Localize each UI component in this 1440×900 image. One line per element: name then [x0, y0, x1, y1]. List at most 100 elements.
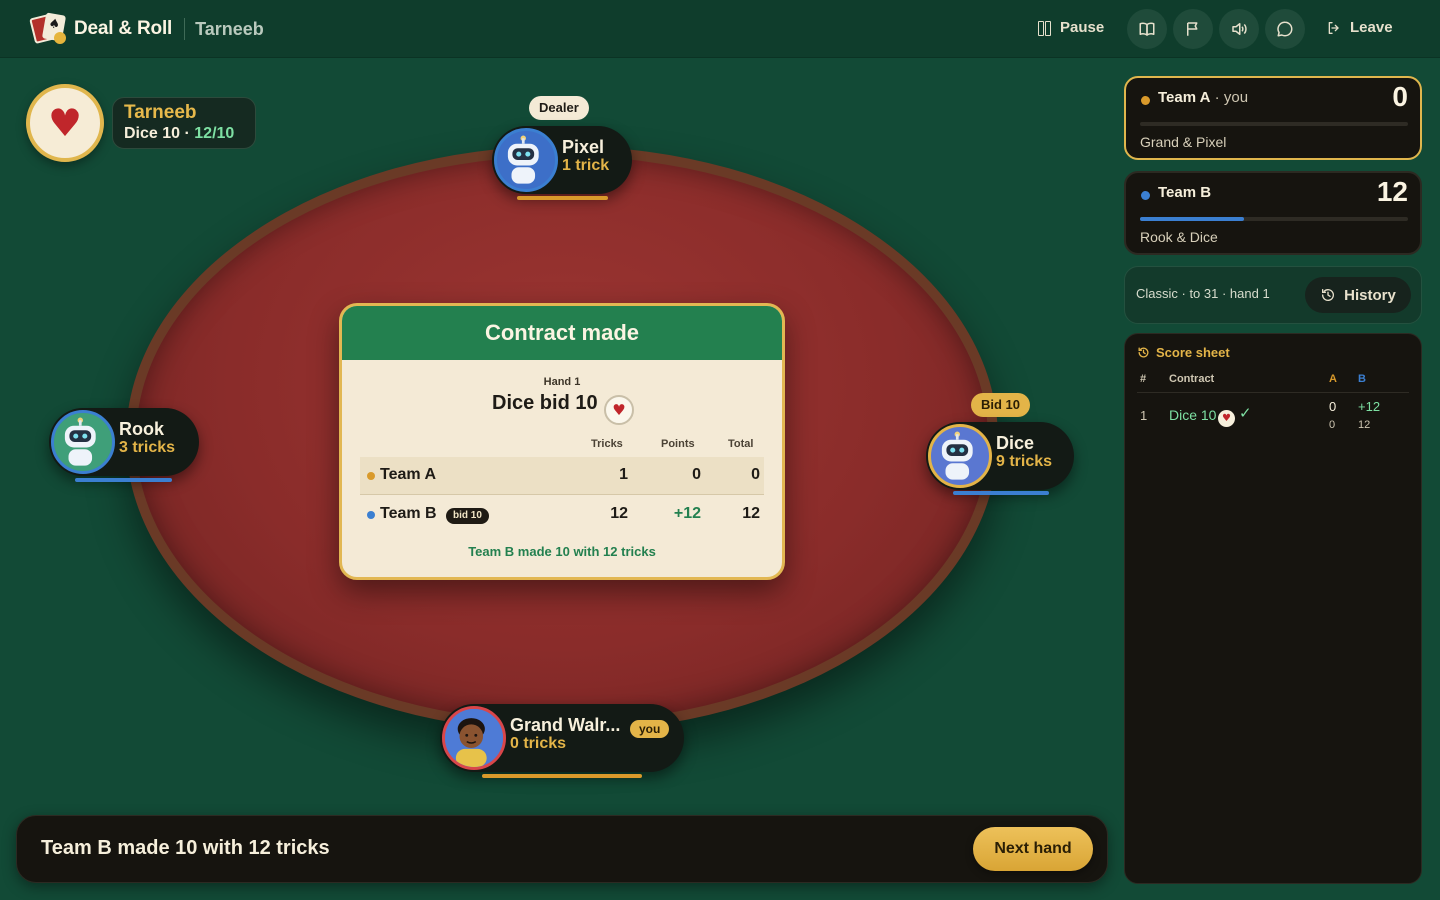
result-row-team-b: Team B bid 10 12 +12 12	[360, 496, 764, 534]
seat-left-rook[interactable]: Rook 3 tricks	[49, 408, 199, 476]
sheet-row-num: 1	[1140, 408, 1148, 423]
team-progress-bar	[1140, 217, 1408, 221]
pause-label: Pause	[1060, 19, 1105, 36]
sheet-row-contract: Dice 10	[1169, 407, 1217, 423]
sheet-row-b-total: 12	[1358, 419, 1371, 431]
check-icon: ✓	[1239, 405, 1252, 422]
game-name: Tarneeb	[195, 18, 264, 39]
seat-bottom-you[interactable]: Grand Walr... 0 tricks you	[440, 704, 684, 772]
robot-avatar-icon	[494, 128, 558, 192]
seat-top-pixel[interactable]: Pixel 1 trick	[492, 126, 632, 194]
sheet-row-a-total: 0	[1329, 419, 1336, 431]
brand-divider	[184, 18, 186, 40]
result-title: Contract made	[342, 306, 782, 360]
hand-result-card: Contract made Hand 1 Dice bid 10 ♥ Trick…	[339, 303, 785, 580]
chat-icon	[1277, 21, 1293, 37]
team-a-name: Team A	[1158, 89, 1211, 106]
trump-suit-badge: ♥	[26, 84, 104, 162]
seat-right-dice[interactable]: Dice 9 tricks	[926, 422, 1074, 490]
col-header-points: Points	[661, 438, 695, 450]
seat-name: Dice	[996, 433, 1035, 453]
game-mode-card: Classic · to 31 · hand 1 History	[1124, 266, 1422, 324]
team-score: 0	[1392, 81, 1408, 112]
trump-info: Tarneeb Dice 10 · 12/10	[112, 97, 256, 149]
pause-button[interactable]: Pause	[1038, 19, 1104, 36]
history-label: History	[1344, 286, 1396, 304]
history-button[interactable]: History	[1305, 277, 1411, 313]
team-a-dot	[367, 472, 375, 480]
trump-bid-line: Dice 10 · 12/10	[124, 124, 255, 144]
leave-button[interactable]: Leave	[1326, 19, 1393, 36]
flag-icon	[1187, 22, 1198, 36]
team-b-dot	[1141, 191, 1150, 200]
report-button[interactable]	[1173, 9, 1213, 49]
sheet-row-b-points: +12	[1358, 399, 1381, 414]
top-bar: Deal & Roll Tarneeb Pause Leave	[0, 0, 1440, 58]
row-total: 12	[742, 505, 760, 522]
seat-team-bar	[517, 196, 608, 200]
seat-name: Pixel	[562, 137, 605, 157]
mode-description: Classic · to 31 · hand 1	[1136, 286, 1270, 301]
team-name: Team B	[1158, 184, 1212, 201]
score-sheet: Score sheet # Contract A B 1 Dice 10 ♥ ✓…	[1124, 333, 1422, 884]
seat-team-bar	[75, 478, 172, 482]
trump-game-name: Tarneeb	[124, 102, 197, 123]
team-members: Rook & Dice	[1140, 229, 1218, 245]
result-row-team-a: Team A 1 0 0	[360, 457, 764, 495]
contract-label: Dice bid 10	[492, 392, 598, 414]
hand-label: Hand 1	[543, 376, 581, 388]
rules-button[interactable]	[1127, 9, 1167, 49]
heart-icon: ♥	[47, 101, 83, 145]
sound-button[interactable]	[1219, 9, 1259, 49]
heart-icon: ♥	[604, 395, 634, 425]
team-name: Team A · you	[1158, 89, 1248, 106]
team-card-b: Team B 12 Rook & Dice	[1124, 171, 1422, 255]
col-header-tricks: Tricks	[591, 438, 623, 450]
brand-name: Deal & Roll	[74, 18, 173, 39]
seat-team-bar	[953, 491, 1049, 495]
status-message: Team B made 10 with 12 tricks	[41, 837, 330, 859]
seat-name: Rook	[119, 419, 164, 439]
bid-tag: Bid 10	[971, 393, 1031, 417]
team-card-a: Team A · you 0 Grand & Pixel	[1124, 76, 1422, 160]
next-hand-button[interactable]: Next hand	[973, 827, 1093, 871]
pause-icon	[1038, 20, 1052, 36]
history-icon	[1138, 347, 1149, 358]
sound-icon	[1232, 23, 1247, 35]
col-header-total: Total	[728, 438, 754, 450]
trump-bidder: Dice 10 ·	[124, 125, 195, 142]
seat-tricks: 3 tricks	[119, 439, 176, 456]
seat-tricks: 1 trick	[562, 157, 610, 174]
player-avatar-icon	[442, 706, 506, 770]
bid-badge: bid 10	[446, 508, 489, 524]
score-sheet-title-text: Score sheet	[1156, 345, 1230, 360]
brand: Deal & Roll Tarneeb	[29, 12, 264, 45]
sheet-row-a-points: 0	[1329, 399, 1337, 414]
book-icon	[1139, 22, 1155, 36]
row-team: Team B	[380, 505, 437, 522]
result-footer: Team B made 10 with 12 tricks	[468, 544, 656, 559]
dealer-tag: Dealer	[529, 96, 589, 120]
sheet-header-num: #	[1140, 373, 1147, 385]
team-members: Grand & Pixel	[1140, 134, 1227, 150]
team-progress-bar	[1140, 122, 1408, 126]
score-sheet-title: Score sheet	[1137, 345, 1230, 360]
you-badge: you	[630, 720, 670, 738]
row-team: Team A	[380, 466, 437, 483]
chat-button[interactable]	[1265, 9, 1305, 49]
trump-tricks-of-bid: 12/10	[194, 125, 235, 142]
sheet-divider	[1137, 392, 1409, 393]
row-tricks: 12	[610, 505, 628, 522]
robot-avatar-icon	[51, 410, 115, 474]
cards-logo-icon	[29, 12, 67, 45]
sheet-header-contract: Contract	[1169, 373, 1215, 385]
heart-icon: ♥	[1218, 410, 1235, 427]
team-b-dot	[367, 511, 375, 519]
seat-name: Grand Walr...	[510, 715, 621, 735]
row-points: +12	[673, 505, 701, 522]
seat-tricks: 0 tricks	[510, 735, 567, 752]
row-total: 0	[751, 466, 760, 483]
robot-avatar-icon	[928, 424, 992, 488]
leave-label: Leave	[1350, 19, 1393, 36]
logout-icon	[1328, 21, 1339, 34]
